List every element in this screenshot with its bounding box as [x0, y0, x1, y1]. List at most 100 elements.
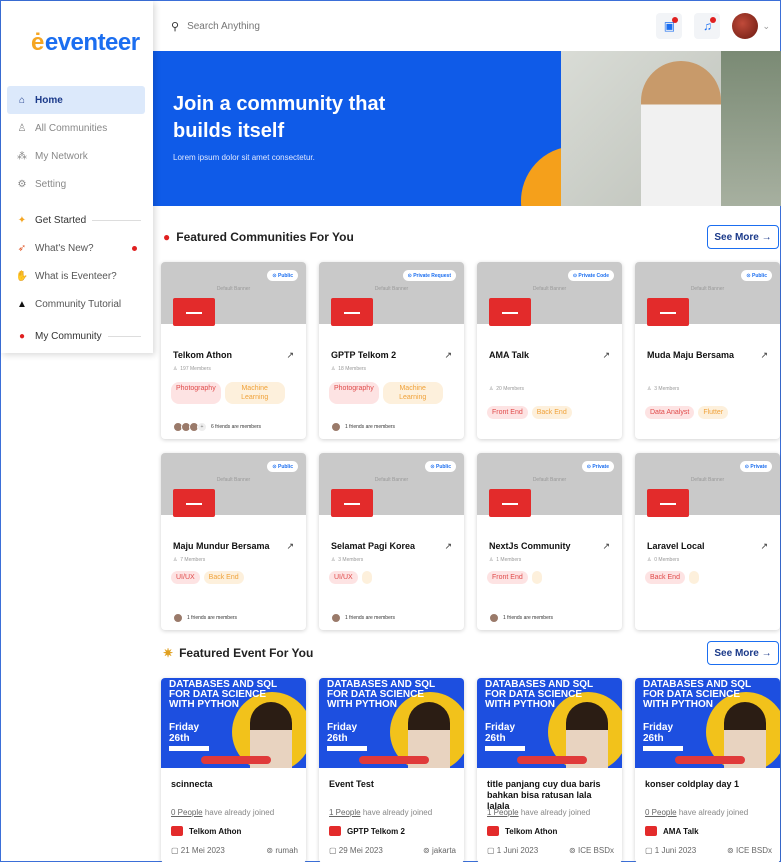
event-card[interactable]: DATABASES AND SQL FOR DATA SCIENCE WITH … [635, 678, 780, 862]
member-count: ♙ 7 Members [173, 557, 205, 563]
event-organizer[interactable]: Telkom Athon [487, 826, 557, 836]
member-count-text: 3 Members [654, 386, 680, 392]
open-arrow-icon[interactable]: ↗ [444, 541, 452, 552]
event-organizer[interactable]: AMA Talk [645, 826, 699, 836]
notification-button[interactable]: ♫ [694, 13, 721, 39]
privacy-badge: ⊙ Public [741, 270, 772, 281]
community-card[interactable]: Default Banner ⊙ Private Request GPTP Te… [319, 262, 464, 439]
community-card[interactable]: Default Banner ⊙ Private Code AMA Talk ↗… [477, 262, 622, 439]
poster-organizer-band [517, 756, 587, 764]
banner-placeholder: Default Banner [216, 477, 251, 483]
eventeer-logo[interactable]: ė eventeer [31, 29, 140, 57]
calendar-icon: ▢ [329, 846, 337, 855]
sidebar-item-home[interactable]: ⌂ Home [7, 86, 145, 114]
sidebar-item-all-communities[interactable]: ♙ All Communities [7, 114, 145, 142]
community-card[interactable]: Default Banner ⊙ Private Laravel Local ↗… [635, 453, 780, 630]
sidebar-item-my-network[interactable]: ⁂ My Network [7, 142, 145, 170]
tag-list: Data Analyst Flutter [645, 406, 729, 419]
poster-organizer-band [359, 756, 429, 764]
members-icon: ♙ [331, 366, 336, 372]
community-name: AMA Talk [489, 350, 530, 360]
open-arrow-icon[interactable]: ↗ [444, 350, 452, 361]
member-count-text: 3 Members [338, 557, 364, 563]
event-poster: DATABASES AND SQL FOR DATA SCIENCE WITH … [161, 678, 306, 768]
joined-suffix: have already joined [518, 808, 591, 817]
search-input[interactable] [187, 20, 488, 32]
open-arrow-icon[interactable]: ↗ [760, 541, 768, 552]
event-organizer[interactable]: Telkom Athon [171, 826, 241, 836]
joined-suffix: have already joined [202, 808, 275, 817]
member-count-text: 7 Members [180, 557, 206, 563]
interest-tag: Front End [487, 571, 528, 584]
see-more-events-button[interactable]: See More → [707, 641, 779, 665]
sidebar-item-setting[interactable]: ⚙ Setting [7, 170, 145, 198]
member-count-text: 0 Members [654, 557, 680, 563]
community-name: Muda Maju Bersama [647, 350, 735, 360]
my-community-header[interactable]: ● My Community [7, 322, 145, 350]
open-arrow-icon[interactable]: ↗ [760, 350, 768, 361]
event-organizer[interactable]: GPTP Telkom 2 [329, 826, 405, 836]
featured-events-title: ✷ Featured Event For You [163, 646, 313, 660]
joined-count: 1 People have already joined [329, 808, 432, 817]
open-arrow-icon[interactable]: ↗ [602, 350, 610, 361]
joined-count-link[interactable]: 1 People [329, 808, 361, 817]
interest-tag: Back End [531, 406, 572, 419]
event-card[interactable]: DATABASES AND SQL FOR DATA SCIENCE WITH … [477, 678, 622, 862]
poster-time-bar [169, 746, 209, 751]
member-count-text: 1 Members [496, 557, 522, 563]
event-date: ▢ 29 Mei 2023 [329, 846, 383, 855]
interest-tag: Back End [645, 571, 685, 584]
community-card[interactable]: Default Banner ⊙ Public Maju Mundur Bers… [161, 453, 306, 630]
poster-date: Friday 26th [327, 722, 357, 744]
friend-avatar [331, 422, 341, 432]
divider [92, 219, 141, 221]
event-card[interactable]: DATABASES AND SQL FOR DATA SCIENCE WITH … [319, 678, 464, 862]
community-banner: Default Banner ⊙ Public [161, 453, 306, 517]
event-name: Event Test [329, 779, 374, 789]
poster-organizer-band [201, 756, 271, 764]
community-card[interactable]: Default Banner ⊙ Public Telkom Athon ↗ ♙… [161, 262, 306, 439]
calendar-button[interactable]: ▣ [656, 13, 683, 39]
sidebar-item-whats-new[interactable]: ➶ What's New? [7, 234, 145, 262]
banner-placeholder: Default Banner [374, 477, 409, 483]
see-more-communities-button[interactable]: See More → [707, 225, 779, 249]
hero-image-person [641, 61, 721, 206]
user-avatar[interactable] [732, 13, 759, 39]
event-date: ▢ 21 Mei 2023 [171, 846, 225, 855]
privacy-label: Private Request [413, 272, 451, 279]
chevron-down-icon[interactable]: ⌄ [762, 21, 770, 32]
location-pin-icon: ⊚ [423, 846, 430, 855]
event-location: ⊚ jakarta [423, 846, 456, 855]
get-started-header[interactable]: ✦ Get Started [7, 206, 145, 234]
interest-tag: UI/UX [171, 571, 200, 584]
open-arrow-icon[interactable]: ↗ [286, 350, 294, 361]
organizer-name: Telkom Athon [505, 826, 558, 836]
community-card[interactable]: Default Banner ⊙ Public Muda Maju Bersam… [635, 262, 780, 439]
community-logo [331, 298, 373, 326]
banner-placeholder: Default Banner [374, 286, 409, 292]
community-card[interactable]: Default Banner ⊙ Public Selamat Pagi Kor… [319, 453, 464, 630]
poster-day-number: 26th [169, 733, 190, 744]
joined-suffix: have already joined [360, 808, 433, 817]
friends-members: 1 friends are members [489, 613, 553, 623]
more-friends-badge: + [197, 422, 207, 432]
joined-count-link[interactable]: 1 People [487, 808, 519, 817]
open-arrow-icon[interactable]: ↗ [602, 541, 610, 552]
see-more-label: See More [714, 231, 759, 243]
friends-members: +6 friends are members [173, 422, 261, 432]
friends-members: 1 friends are members [331, 422, 395, 432]
joined-count-link[interactable]: 0 People [171, 808, 203, 817]
members-icon: ♙ [489, 557, 494, 563]
poster-organizer-band [675, 756, 745, 764]
event-card[interactable]: DATABASES AND SQL FOR DATA SCIENCE WITH … [161, 678, 306, 862]
community-banner: Default Banner ⊙ Public [319, 453, 464, 517]
poster-day-number: 26th [485, 733, 506, 744]
community-card[interactable]: Default Banner ⊙ Private NextJs Communit… [477, 453, 622, 630]
privacy-label: Public [277, 463, 293, 470]
joined-count-link[interactable]: 0 People [645, 808, 677, 817]
sidebar-item-what-is-eventeer[interactable]: ✋ What is Eventeer? [7, 262, 145, 290]
sidebar-item-community-tutorial[interactable]: ▲ Community Tutorial [7, 290, 145, 318]
open-arrow-icon[interactable]: ↗ [286, 541, 294, 552]
community-icon: ● [163, 230, 171, 244]
get-started-label: Get Started [35, 214, 87, 226]
